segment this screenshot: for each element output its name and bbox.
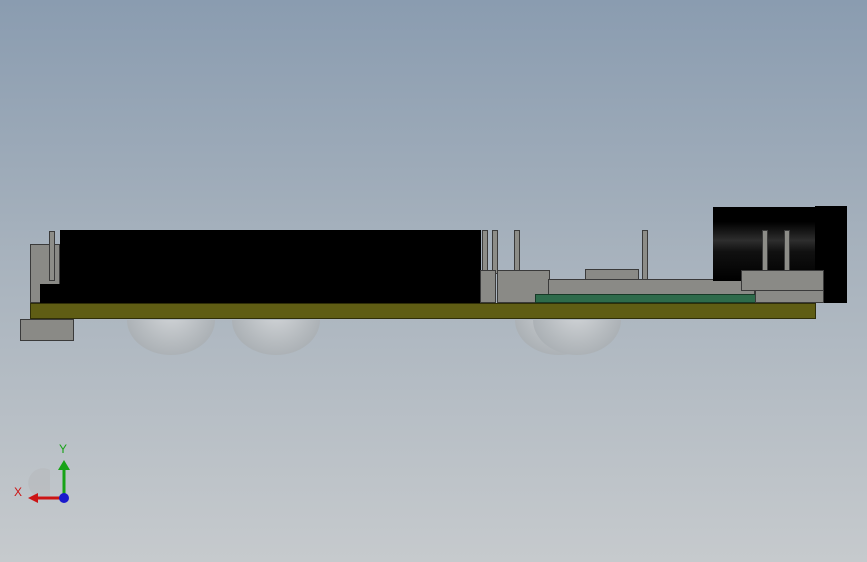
x-axis-arrow [28,493,38,503]
graphics-viewport[interactable]: Y X [0,0,867,562]
view-triad[interactable]: Y X [14,442,84,512]
header-pin-1 [482,230,488,274]
right-connector-housing [741,270,824,291]
triad-graphic [28,460,70,503]
y-axis-label: Y [59,442,68,456]
left-pin [49,231,55,281]
right-connector-base [755,290,824,303]
jack-pin-2 [784,230,790,272]
x-axis-label: X [14,485,23,499]
header-pin-2 [492,230,498,274]
main-black-module [60,230,481,303]
z-axis-dot [59,493,69,503]
y-axis-arrow [58,460,70,470]
small-connector-1 [480,270,496,303]
main-pcb [30,303,816,319]
jack-pin-1 [762,230,768,272]
header-pin-4 [642,230,648,280]
header-pin-3 [514,230,520,272]
left-bracket [20,319,74,341]
left-connector-black [40,284,60,303]
flat-connector [548,279,755,295]
